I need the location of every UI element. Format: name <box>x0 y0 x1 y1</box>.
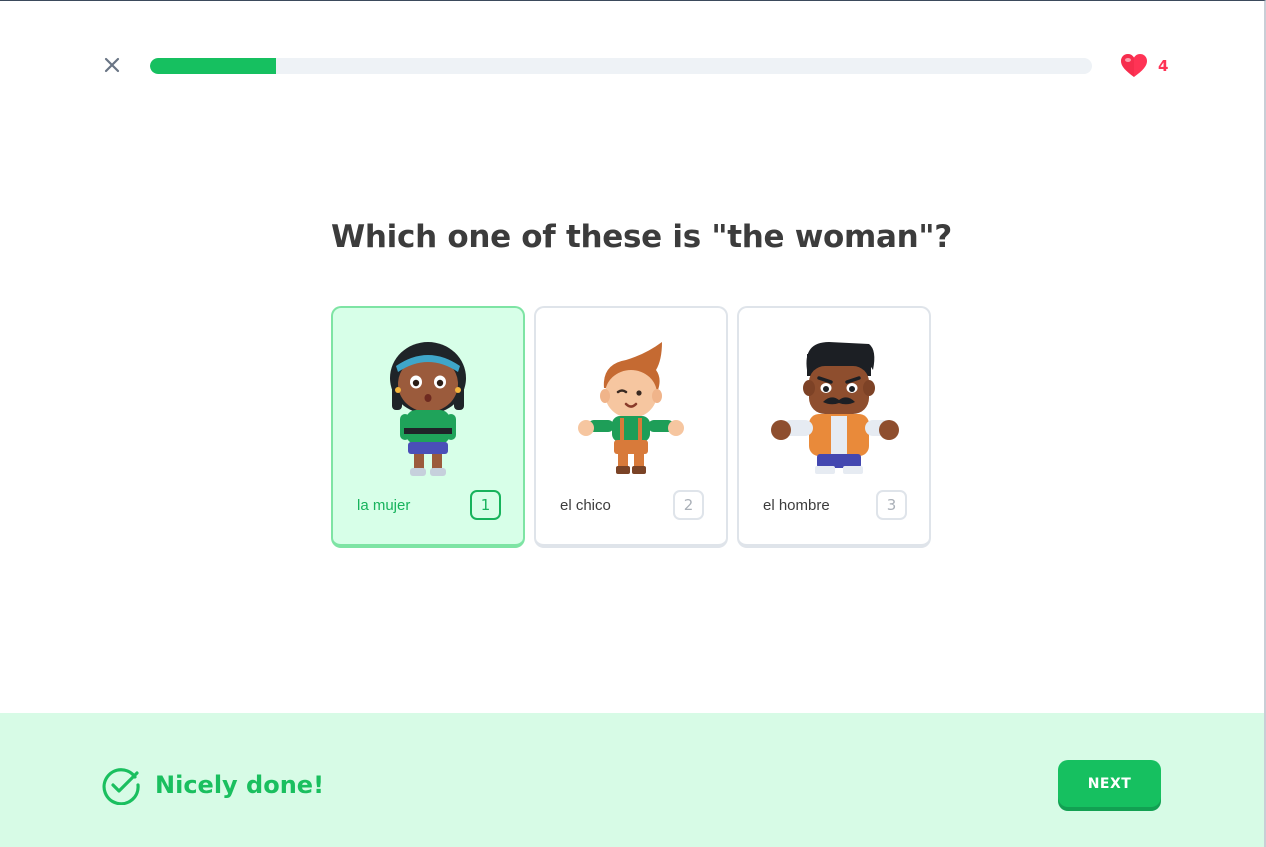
boy-character-image <box>536 330 726 480</box>
choice-key-1: 1 <box>470 490 501 520</box>
hearts-counter[interactable]: 4 <box>1120 53 1168 79</box>
man-character-image <box>739 330 929 480</box>
next-button[interactable]: NEXT <box>1058 760 1161 807</box>
choice-card-3[interactable]: el hombre 3 <box>737 306 931 548</box>
checkmark-circle-icon <box>102 768 140 805</box>
answer-choices: la mujer 1 el chico 2 el hombre 3 <box>331 306 931 548</box>
choice-card-1[interactable]: la mujer 1 <box>331 306 525 548</box>
close-button[interactable] <box>100 53 124 77</box>
choice-label-1: la mujer <box>357 497 411 514</box>
lesson-screen: 4 Which one of these is "the woman"? la … <box>0 0 1266 847</box>
close-icon <box>104 57 120 73</box>
choice-label-3: el hombre <box>763 497 830 514</box>
choice-key-2: 2 <box>673 490 704 520</box>
choice-key-3: 3 <box>876 490 907 520</box>
choice-label-2: el chico <box>560 497 611 514</box>
heart-icon <box>1121 54 1147 77</box>
woman-character-image <box>333 330 523 480</box>
choice-card-2[interactable]: el chico 2 <box>534 306 728 548</box>
hearts-count: 4 <box>1158 57 1169 75</box>
progress-fill <box>150 58 277 74</box>
lesson-progress-bar <box>150 58 1092 74</box>
question-title: Which one of these is "the woman"? <box>331 219 952 255</box>
feedback-message: Nicely done! <box>101 765 324 805</box>
feedback-text: Nicely done! <box>155 771 325 799</box>
